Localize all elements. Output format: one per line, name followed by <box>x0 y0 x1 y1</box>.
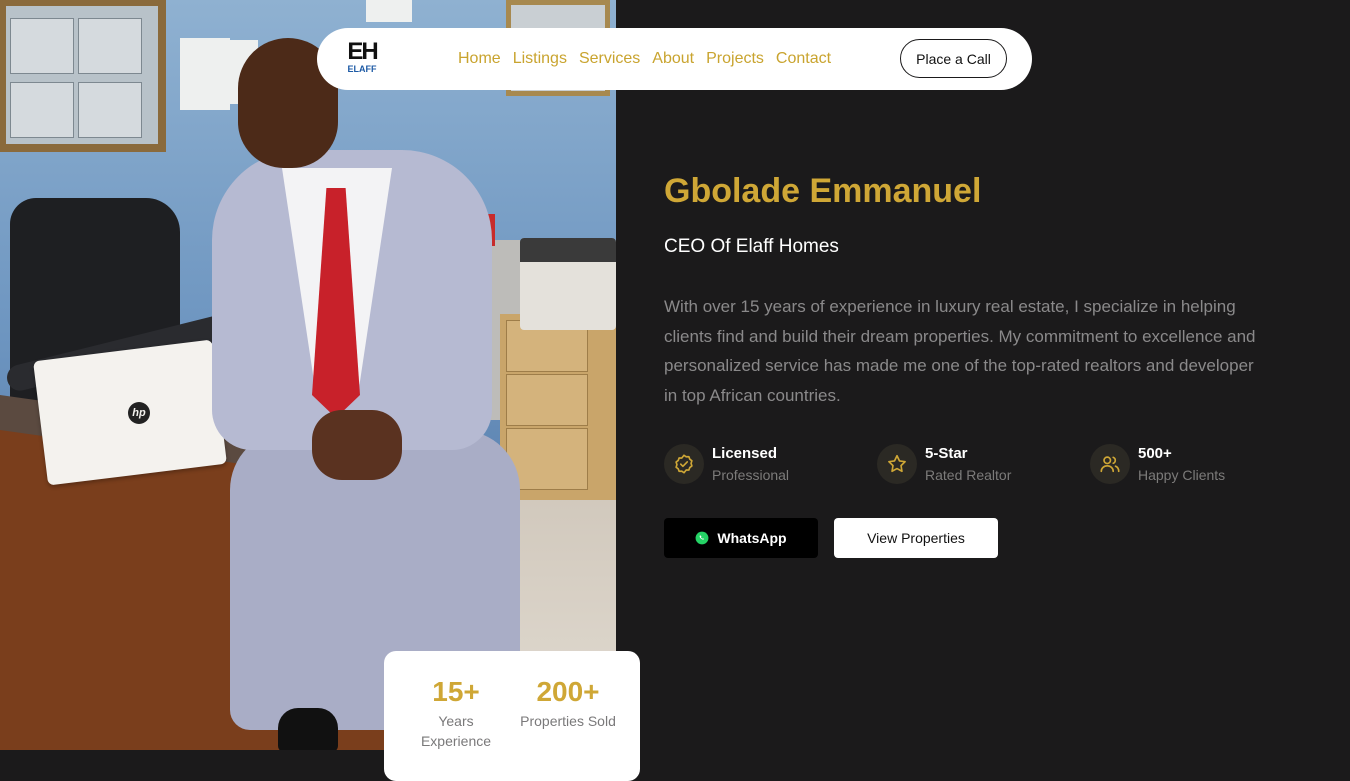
stats-card: 15+ Years Experience 200+ Properties Sol… <box>384 651 640 781</box>
feature-title: 5-Star <box>925 445 968 462</box>
logo-text: ELAFF <box>347 64 377 74</box>
top-navigation: EH ELAFF Home Listings Services About Pr… <box>317 28 1032 90</box>
stat-label: Experience <box>420 733 492 749</box>
badge-check-icon <box>664 444 704 484</box>
view-properties-button[interactable]: View Properties <box>834 518 998 558</box>
profile-name: Gbolade Emmanuel <box>664 172 982 210</box>
stat-experience: 15+ Years Experience <box>406 675 506 751</box>
wall-paper <box>180 38 230 110</box>
nav-link-services[interactable]: Services <box>579 50 640 68</box>
whatsapp-button[interactable]: WhatsApp <box>664 518 818 558</box>
profile-bio: With over 15 years of experience in luxu… <box>664 297 1256 405</box>
place-call-button[interactable]: Place a Call <box>900 39 1007 78</box>
wall-paper <box>366 0 412 22</box>
feature-subtitle: Rated Realtor <box>925 467 1012 483</box>
nav-link-projects[interactable]: Projects <box>706 50 764 68</box>
wall-picture-frame <box>0 0 166 152</box>
logo-mark: EH <box>347 38 378 65</box>
printer <box>520 238 616 330</box>
nav-link-about[interactable]: About <box>652 50 694 68</box>
brand-logo[interactable]: EH ELAFF <box>346 40 378 78</box>
users-icon <box>1090 444 1130 484</box>
person-hands <box>312 410 402 480</box>
nav-links: Home Listings Services About Projects Co… <box>458 28 843 90</box>
star-icon <box>877 444 917 484</box>
nav-link-contact[interactable]: Contact <box>776 50 831 68</box>
person-shoe <box>278 708 338 750</box>
stat-value: 15+ <box>432 676 480 707</box>
nav-link-listings[interactable]: Listings <box>513 50 567 68</box>
laptop-logo: hp <box>128 402 150 424</box>
profile-photo: hp <box>0 0 616 750</box>
feature-subtitle: Happy Clients <box>1138 467 1226 483</box>
stat-label: Years <box>438 713 474 729</box>
stat-value: 200+ <box>536 676 600 707</box>
feature-title: Licensed <box>712 445 778 462</box>
feature-subtitle: Professional <box>712 467 790 483</box>
stat-label: Properties Sold <box>520 713 616 729</box>
feature-title: 500+ <box>1138 445 1172 462</box>
nav-link-home[interactable]: Home <box>458 50 501 68</box>
stat-properties-sold: 200+ Properties Sold <box>514 675 622 731</box>
profile-role: CEO Of Elaff Homes <box>664 236 839 257</box>
whatsapp-button-label: WhatsApp <box>717 530 787 546</box>
whatsapp-icon <box>695 531 709 545</box>
